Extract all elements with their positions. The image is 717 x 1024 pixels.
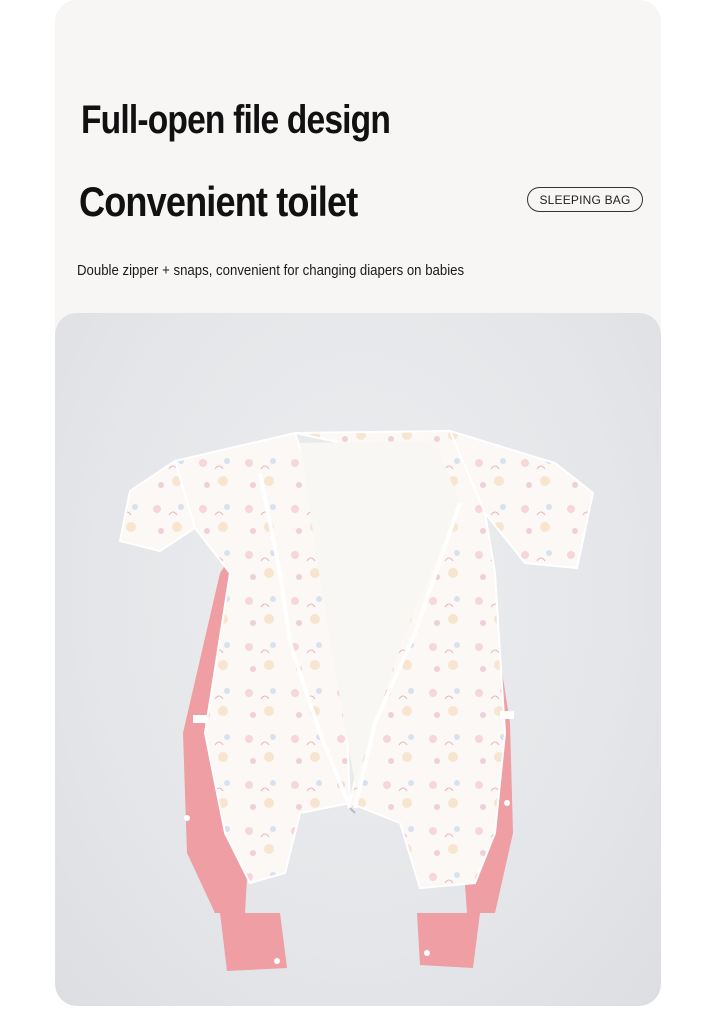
- feature-description: Double zipper + snaps, convenient for ch…: [77, 262, 465, 279]
- romper-illustration: [118, 429, 595, 971]
- headline-line-2: Convenient toilet: [79, 178, 358, 225]
- snap: [424, 950, 430, 956]
- tab: [500, 711, 514, 719]
- snap: [504, 800, 510, 806]
- headline-line-1: Full-open file design: [81, 98, 391, 142]
- zipper-teeth: [349, 807, 356, 814]
- product-card: Full-open file design Convenient toilet …: [55, 0, 661, 1006]
- snap: [184, 815, 190, 821]
- right-cuff: [417, 913, 480, 968]
- tab: [193, 715, 207, 723]
- category-badge: SLEEPING BAG: [527, 187, 643, 212]
- product-photo: [55, 313, 661, 1006]
- snap: [274, 958, 280, 964]
- header-section: Full-open file design Convenient toilet …: [55, 0, 661, 313]
